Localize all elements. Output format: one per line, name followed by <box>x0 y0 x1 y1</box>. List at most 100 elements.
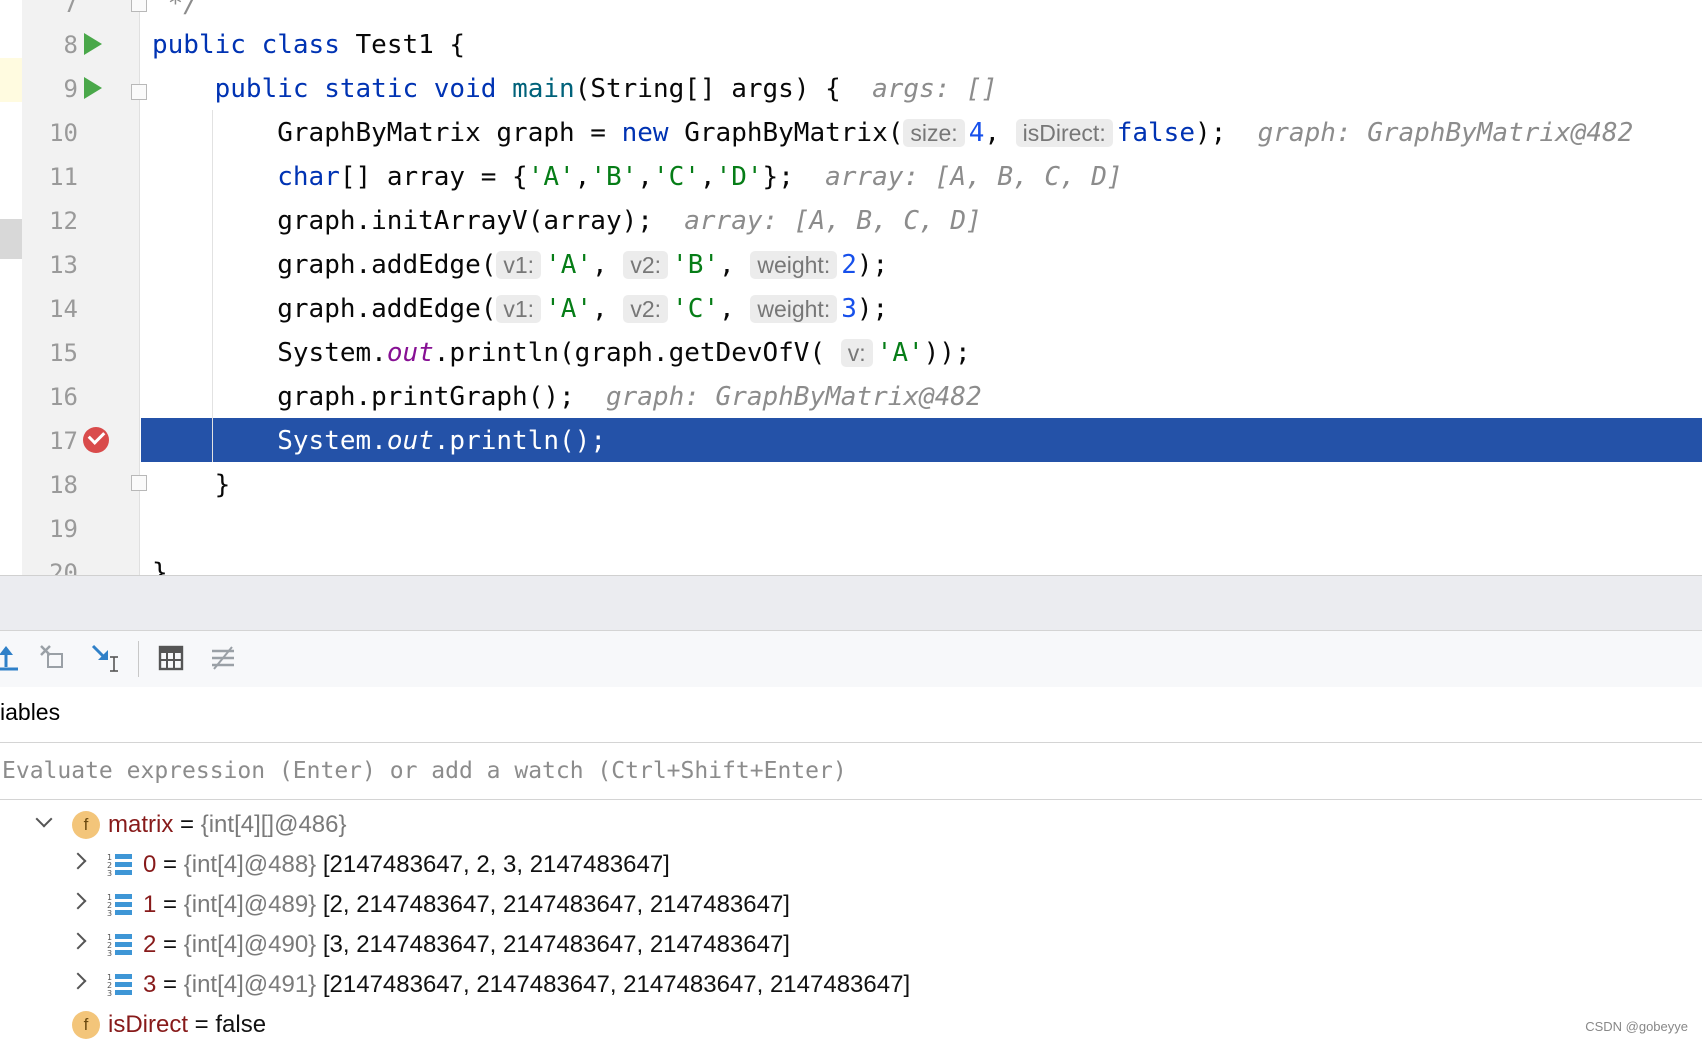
fold-icon[interactable] <box>131 0 147 12</box>
code-text: } <box>214 470 231 500</box>
code-text: }; <box>762 162 794 192</box>
fold-icon[interactable] <box>131 475 147 491</box>
code-line-9: public static void main(String[] args) {… <box>152 67 998 111</box>
line-number: 8 <box>63 31 78 59</box>
static-field: out <box>386 426 434 456</box>
code-text: , <box>592 294 608 324</box>
code-text: , <box>699 162 716 192</box>
code-line-17: System.out.println(); <box>152 419 606 463</box>
keyword: new <box>621 118 669 148</box>
code-text: ); <box>1195 118 1227 148</box>
variable-value: [2, 2147483647, 2147483647, 2147483647] <box>316 891 790 918</box>
code-text: (String[] args) { <box>574 74 841 104</box>
run-to-cursor-icon[interactable] <box>90 643 120 673</box>
tree-row[interactable]: 2 = {int[4]@490} [3, 2147483647, 2147483… <box>143 925 790 965</box>
keyword: false <box>1116 118 1195 148</box>
variable-name: 2 <box>143 931 157 958</box>
parameter-hint: isDirect: <box>1015 119 1113 147</box>
svg-text:3: 3 <box>107 989 112 998</box>
parameter-hint: weight: <box>750 295 838 323</box>
parameter-hint: v: <box>840 339 873 367</box>
variable-name: isDirect <box>108 1011 189 1038</box>
variable-value: [2147483647, 2147483647, 2147483647, 214… <box>316 971 911 998</box>
trace-stream-icon[interactable] <box>208 643 238 673</box>
code-text: [] array = { <box>339 162 528 192</box>
variable-name: 1 <box>143 891 157 918</box>
code-text: ); <box>856 294 889 324</box>
breakpoint-icon[interactable] <box>83 427 109 453</box>
chevron-right-icon[interactable] <box>69 972 87 990</box>
inline-debug-value: graph: GraphByMatrix@482 <box>1257 118 1634 148</box>
variable-equals: = <box>156 891 184 918</box>
code-text: , <box>637 162 653 192</box>
run-icon[interactable] <box>84 33 102 55</box>
parameter-hint: v1: <box>496 295 542 323</box>
inline-debug-value: args: [] <box>872 74 998 104</box>
evaluate-expression-icon[interactable] <box>156 643 186 673</box>
tree-row[interactable]: isDirect = false <box>108 1005 266 1045</box>
line-number: 12 <box>49 207 78 235</box>
run-icon[interactable] <box>84 77 102 99</box>
code-line-12: graph.initArrayV(array); array: [A, B, C… <box>152 199 981 243</box>
variable-name: 3 <box>143 971 157 998</box>
variable-ref: {int[4][]@486} <box>200 811 347 838</box>
array-icon: 1 2 3 <box>107 933 132 958</box>
evaluate-expression-input[interactable] <box>2 751 1692 791</box>
keyword: public <box>214 74 309 104</box>
tree-row[interactable]: 1 = {int[4]@489} [2, 2147483647, 2147483… <box>143 885 790 925</box>
svg-text:3: 3 <box>107 949 112 958</box>
code-text: , <box>574 162 591 192</box>
code-text: graph.addEdge( <box>277 250 497 280</box>
string-literal: 'A' <box>527 162 575 192</box>
code-line-10: GraphByMatrix graph = new GraphByMatrix(… <box>152 111 1633 155</box>
tab-variables[interactable]: iables <box>0 699 60 726</box>
code-line-16: graph.printGraph(); graph: GraphByMatrix… <box>152 375 981 419</box>
code-text: , <box>592 250 608 280</box>
evaluate-expression-row <box>0 743 1702 800</box>
tree-row[interactable]: matrix = {int[4][]@486} <box>108 805 347 845</box>
variable-value: false <box>215 1011 267 1038</box>
chevron-right-icon[interactable] <box>69 852 87 870</box>
array-icon: 1 2 3 <box>107 973 132 998</box>
tree-row[interactable]: 3 = {int[4]@491} [2147483647, 2147483647… <box>143 965 910 1005</box>
line-number: 10 <box>49 119 78 147</box>
code-editor[interactable]: 7 8 9 10 11 12 13 14 15 16 17 18 19 20 *… <box>0 0 1702 575</box>
variable-ref: {int[4]@491} <box>183 971 317 998</box>
code-text: , <box>719 294 735 324</box>
field-icon: f <box>72 1011 100 1039</box>
string-literal: 'C' <box>652 162 700 192</box>
variable-ref: {int[4]@488} <box>183 851 317 878</box>
drop-frame-icon[interactable] <box>38 643 68 673</box>
fold-icon[interactable] <box>131 84 147 100</box>
line-number: 13 <box>49 251 78 279</box>
variable-name: matrix <box>108 811 174 838</box>
line-number: 11 <box>49 163 78 191</box>
variable-equals: = <box>156 971 184 998</box>
debug-panel-header <box>0 575 1702 631</box>
keyword: void <box>433 74 497 104</box>
chevron-down-icon[interactable] <box>35 810 53 828</box>
inline-debug-value: array: [A, B, C, D] <box>825 162 1123 192</box>
string-literal: 'C' <box>672 294 720 324</box>
code-line-8: public class Test1 { <box>152 23 465 67</box>
chevron-right-icon[interactable] <box>69 892 87 910</box>
code-text: ); <box>856 250 889 280</box>
line-number: 16 <box>49 383 78 411</box>
variables-tab-row: iables <box>0 687 1702 743</box>
variables-tree: f matrix = {int[4][]@486} 1 2 3 0 = {int… <box>0 800 1702 1044</box>
chevron-right-icon[interactable] <box>69 932 87 950</box>
svg-text:3: 3 <box>107 869 112 878</box>
code-text: Test1 { <box>339 30 466 60</box>
parameter-hint: weight: <box>750 251 838 279</box>
comment-text: */ <box>152 0 199 19</box>
tree-row[interactable]: 0 = {int[4]@488} [2147483647, 2, 3, 2147… <box>143 845 670 885</box>
variable-equals: = <box>173 811 201 838</box>
code-text: GraphByMatrix graph = <box>277 118 622 148</box>
code-line-18: } <box>152 463 231 507</box>
method-name: main <box>512 74 575 104</box>
code-text: .println(graph.getDevOfV( <box>433 338 826 368</box>
number-literal: 2 <box>841 250 857 280</box>
code-text: , <box>719 250 735 280</box>
line-number: 18 <box>49 471 78 499</box>
step-out-icon[interactable] <box>0 643 24 673</box>
